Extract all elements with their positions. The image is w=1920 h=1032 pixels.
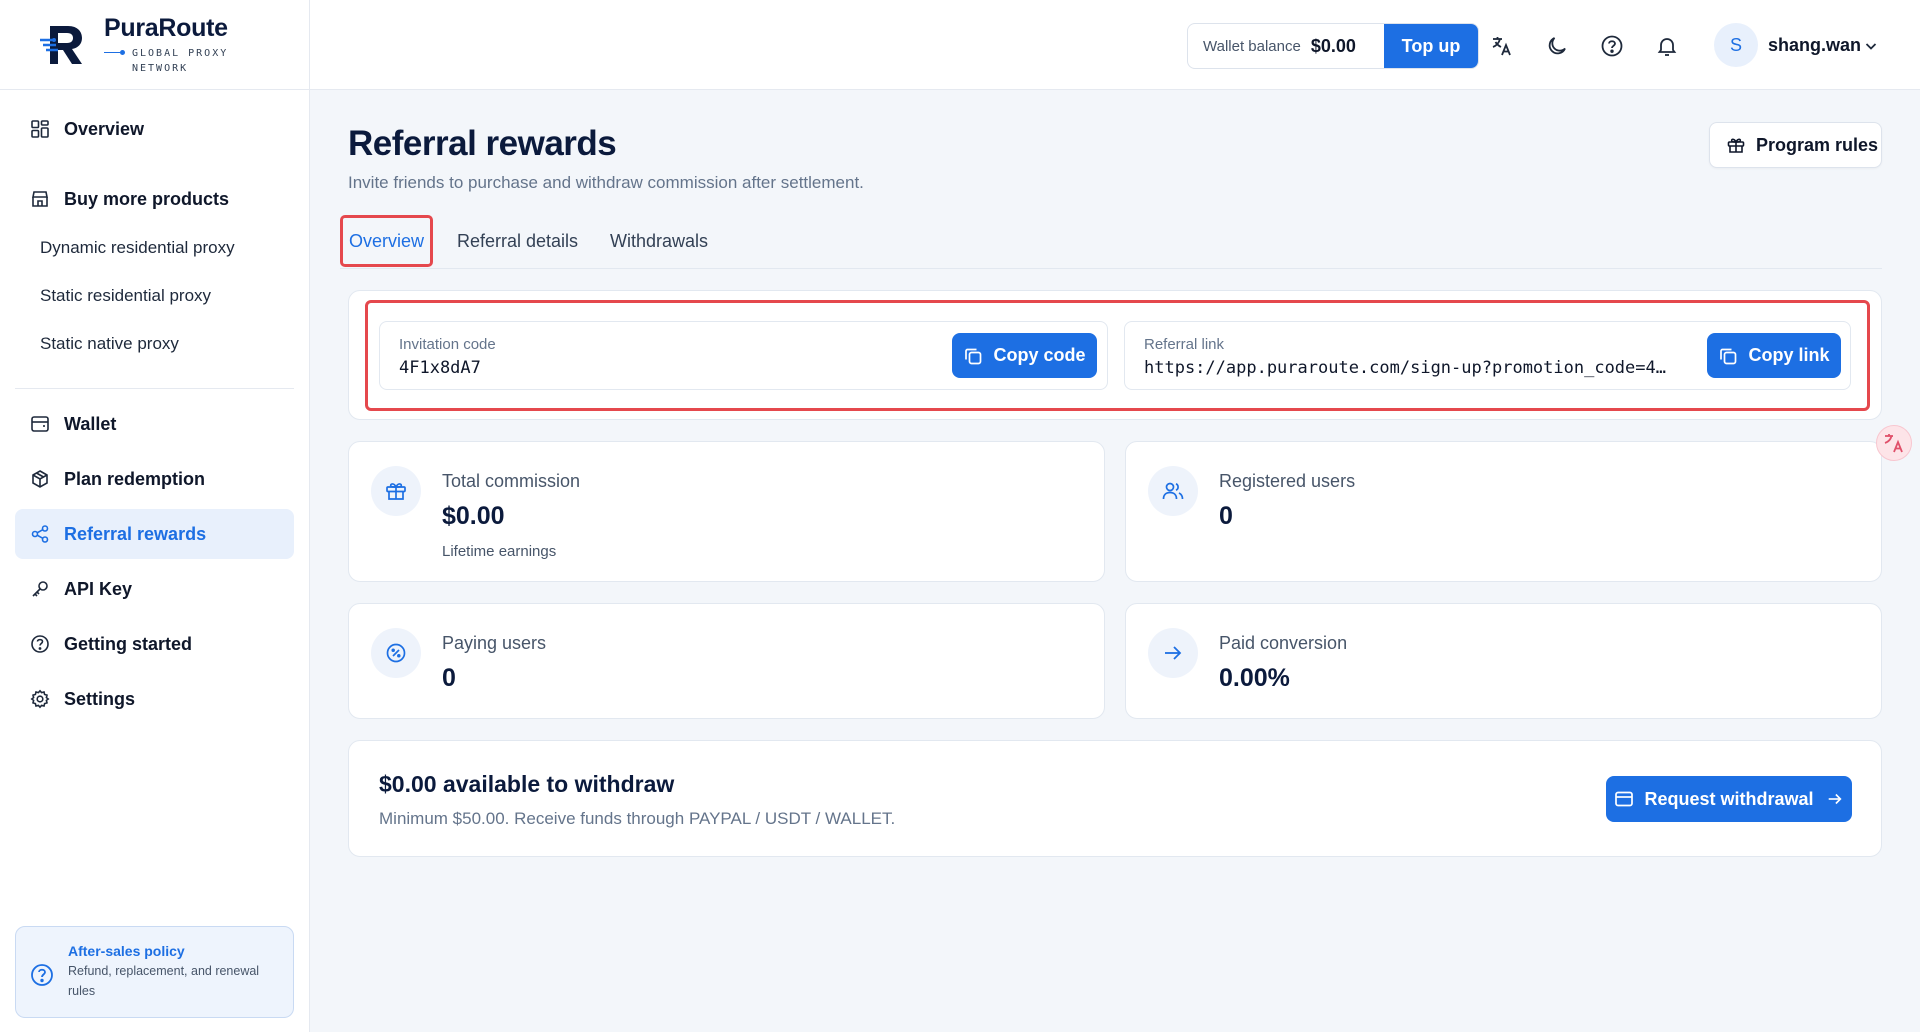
username[interactable]: shang.wan <box>1768 35 1861 56</box>
users-icon <box>1162 482 1184 500</box>
wallet-icon <box>31 416 49 432</box>
sidebar-item-label: Plan redemption <box>64 468 206 489</box>
sidebar-item-overview[interactable]: Overview <box>15 104 294 154</box>
sidebar-divider <box>15 388 294 389</box>
referral-link-label: Referral link <box>1144 336 1225 353</box>
package-icon <box>32 470 48 488</box>
top-header: Wallet balance $0.00 Top up S shang.wan <box>310 0 1920 90</box>
tab-overview[interactable]: Overview <box>340 215 434 267</box>
sidebar-item-label: Getting started <box>64 633 193 654</box>
copy-icon <box>1720 348 1737 364</box>
request-withdrawal-label: Request withdrawal <box>1644 788 1814 809</box>
help-circle-icon <box>31 635 49 653</box>
gift-icon <box>386 483 406 500</box>
stat-icon-wrap <box>1148 466 1198 516</box>
brand-tagline-line2: NETWORK <box>132 62 189 74</box>
stat-card-paid-conversion: Paid conversion 0.00% <box>1125 603 1882 719</box>
sidebar-item-label: API Key <box>64 578 133 599</box>
stat-card-total-commission: Total commission $0.00 Lifetime earnings <box>348 441 1105 582</box>
help-circle-icon[interactable] <box>1600 34 1624 58</box>
floating-translate-button[interactable] <box>1876 425 1912 461</box>
translate-icon[interactable] <box>1490 34 1514 58</box>
page-title: Referral rewards <box>348 124 617 163</box>
wallet-balance-amount: $0.00 <box>1310 35 1356 56</box>
sidebar-item-plan-redemption[interactable]: Plan redemption <box>15 454 294 504</box>
help-circle-icon <box>31 964 53 986</box>
stat-value: 0 <box>442 664 456 692</box>
stat-value: 0 <box>1219 502 1233 530</box>
tab-withdrawals[interactable]: Withdrawals <box>610 215 708 267</box>
sidebar-item-label: Buy more products <box>64 188 230 209</box>
dark-mode-moon-icon[interactable] <box>1545 34 1569 58</box>
stat-icon-wrap <box>371 466 421 516</box>
key-icon <box>32 581 48 597</box>
gift-icon <box>1727 138 1745 153</box>
stat-icon-wrap <box>1148 628 1198 678</box>
gear-icon <box>30 689 50 709</box>
sidebar-item-dynamic-residential-proxy[interactable]: Dynamic residential proxy <box>15 224 294 272</box>
top-up-button[interactable]: Top up <box>1384 24 1478 68</box>
store-icon <box>32 191 48 207</box>
stat-card-registered-users: Registered users 0 <box>1125 441 1882 582</box>
copy-link-button[interactable]: Copy link <box>1707 333 1841 378</box>
sidebar-item-label: Wallet <box>64 413 117 434</box>
wallet-icon <box>1615 791 1634 807</box>
sidebar-item-buy-more-products[interactable]: Buy more products <box>15 174 294 224</box>
policy-title: After-sales policy <box>68 943 185 959</box>
sidebar-item-api-key[interactable]: API Key <box>15 564 294 614</box>
brand-logo[interactable]: PuraRoute GLOBAL PROXY NETWORK <box>0 0 309 90</box>
stat-icon-wrap <box>371 628 421 678</box>
sidebar-item-static-native-proxy[interactable]: Static native proxy <box>15 320 294 368</box>
sidebar-item-static-residential-proxy[interactable]: Static residential proxy <box>15 272 294 320</box>
chevron-down-icon[interactable] <box>1863 38 1879 54</box>
withdraw-subtitle: Minimum $50.00. Receive funds through PA… <box>379 809 896 828</box>
logo-mark-icon <box>40 25 82 64</box>
stat-label: Paying users <box>442 633 547 653</box>
stat-value: $0.00 <box>442 502 505 530</box>
percent-badge-icon <box>386 643 406 663</box>
dashboard-icon <box>31 120 49 138</box>
stat-label: Paid conversion <box>1219 633 1348 653</box>
sidebar-item-label: Overview <box>64 118 145 139</box>
sidebar-item-settings[interactable]: Settings <box>15 674 294 724</box>
wallet-balance-box: Wallet balance $0.00 Top up <box>1187 23 1479 69</box>
share-icon <box>31 525 49 543</box>
referral-tabs: Overview Referral details Withdrawals <box>340 215 1882 269</box>
page-subtitle: Invite friends to purchase and withdraw … <box>348 173 864 192</box>
program-rules-label: Program rules <box>1756 134 1879 155</box>
withdraw-title: $0.00 available to withdraw <box>379 771 675 797</box>
sidebar-item-wallet[interactable]: Wallet <box>15 399 294 449</box>
sidebar-nav: Overview Buy more products Dynamic resid… <box>0 90 309 724</box>
referral-link-value[interactable]: https://app.puraroute.com/sign-up?promot… <box>1144 358 1684 378</box>
program-rules-button[interactable]: Program rules <box>1709 122 1882 168</box>
request-withdrawal-button[interactable]: Request withdrawal <box>1606 776 1852 822</box>
copy-icon <box>965 348 982 364</box>
brand-tagline-line1: GLOBAL PROXY <box>132 47 229 59</box>
stat-label: Registered users <box>1219 471 1356 491</box>
invitation-code-value[interactable]: 4F1x8dA7 <box>399 358 481 378</box>
arrow-right-icon <box>1165 646 1182 660</box>
after-sales-policy-card[interactable]: After-sales policy Refund, replacement, … <box>15 926 294 1018</box>
stat-card-paying-users: Paying users 0 <box>348 603 1105 719</box>
user-avatar[interactable]: S <box>1714 23 1758 67</box>
sidebar: PuraRoute GLOBAL PROXY NETWORK Overview B… <box>0 0 310 1032</box>
copy-code-button[interactable]: Copy code <box>952 333 1097 378</box>
stat-note: Lifetime earnings <box>442 543 557 560</box>
sidebar-item-getting-started[interactable]: Getting started <box>15 619 294 669</box>
policy-description: Refund, replacement, and renewal rules <box>68 964 260 998</box>
sidebar-item-referral-rewards[interactable]: Referral rewards <box>15 509 294 559</box>
wallet-balance-label: Wallet balance <box>1203 37 1301 55</box>
stat-value: 0.00% <box>1219 664 1290 692</box>
brand-tagline: GLOBAL PROXY NETWORK <box>104 46 228 76</box>
translate-icon <box>1884 434 1903 453</box>
copy-link-label: Copy link <box>1748 345 1830 365</box>
tab-referral-details[interactable]: Referral details <box>457 215 578 267</box>
sidebar-item-label: Settings <box>64 688 136 709</box>
sidebar-item-label: Referral rewards <box>64 523 207 544</box>
copy-code-label: Copy code <box>993 345 1086 365</box>
arrow-right-icon <box>1828 793 1842 805</box>
notification-bell-icon[interactable] <box>1655 34 1679 58</box>
stat-label: Total commission <box>442 471 581 491</box>
invitation-code-label: Invitation code <box>399 336 496 353</box>
